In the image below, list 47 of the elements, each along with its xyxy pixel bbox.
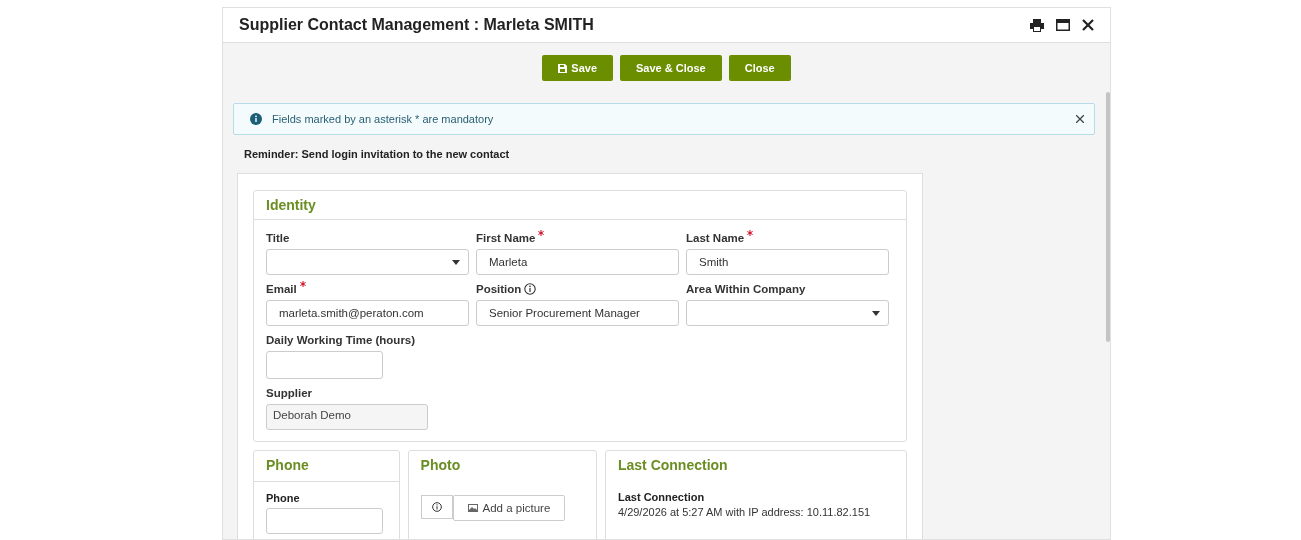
image-icon bbox=[467, 504, 478, 512]
field-label: Phone bbox=[266, 492, 301, 504]
panel-title: Phone bbox=[254, 451, 399, 482]
reminder-text: Reminder: Send login invitation to the new contact bbox=[244, 148, 511, 160]
field-label: Last Connection bbox=[617, 491, 706, 503]
panel-title: Photo bbox=[419, 456, 462, 475]
scrollbar[interactable] bbox=[1106, 92, 1110, 342]
caret-icon bbox=[872, 310, 880, 316]
field-label: Area Within Company bbox=[686, 283, 806, 295]
maximize-icon[interactable] bbox=[1056, 19, 1070, 31]
field-label: Last Name bbox=[686, 232, 745, 244]
input-field[interactable]: Smith bbox=[686, 249, 889, 275]
info-icon bbox=[524, 283, 537, 295]
floppy-icon bbox=[558, 63, 568, 73]
alert-text: Fields marked by an asterisk * are mandatory bbox=[272, 113, 495, 125]
select-field[interactable] bbox=[686, 300, 889, 326]
input-field[interactable]: Marleta bbox=[476, 249, 679, 275]
field-label: First Name bbox=[476, 232, 536, 244]
save-button[interactable]: Save bbox=[542, 55, 613, 81]
field-label: Title bbox=[266, 232, 290, 244]
panel-title: Last Connection bbox=[616, 456, 729, 475]
input-field[interactable] bbox=[266, 351, 383, 379]
toolbar-button[interactable]: Save & Close bbox=[620, 55, 722, 81]
panel-title: Identity bbox=[254, 191, 906, 220]
input-field[interactable]: Senior Procurement Manager bbox=[476, 300, 679, 326]
print-icon[interactable] bbox=[1030, 18, 1044, 32]
close-icon[interactable] bbox=[1082, 19, 1094, 31]
add-picture-button[interactable]: Add a picture bbox=[452, 495, 566, 521]
caret-icon bbox=[452, 259, 460, 265]
field-label: Daily Working Time (hours) bbox=[266, 334, 416, 346]
required-asterisk-icon bbox=[299, 281, 306, 287]
field-label: Email bbox=[266, 283, 297, 295]
readonly-field: Deborah Demo bbox=[266, 404, 428, 430]
window-title: Supplier Contact Management : Marleta SMITH bbox=[239, 16, 594, 34]
info-button[interactable] bbox=[420, 495, 453, 519]
info-icon bbox=[250, 113, 262, 125]
info-icon bbox=[431, 502, 442, 512]
input-field[interactable]: marleta.smith@peraton.com bbox=[266, 300, 469, 326]
close-icon[interactable] bbox=[1076, 115, 1084, 123]
field-label: Position bbox=[476, 283, 522, 295]
input-field[interactable] bbox=[266, 508, 383, 534]
field-label: Supplier bbox=[266, 387, 312, 399]
required-asterisk-icon bbox=[538, 230, 545, 236]
toolbar-button[interactable]: Close bbox=[728, 55, 791, 81]
select-field[interactable] bbox=[266, 249, 469, 275]
connection-text: 4/29/2026 at 5:27 AM with IP address: 10.11.82.151 bbox=[617, 506, 872, 518]
required-asterisk-icon bbox=[747, 230, 754, 236]
